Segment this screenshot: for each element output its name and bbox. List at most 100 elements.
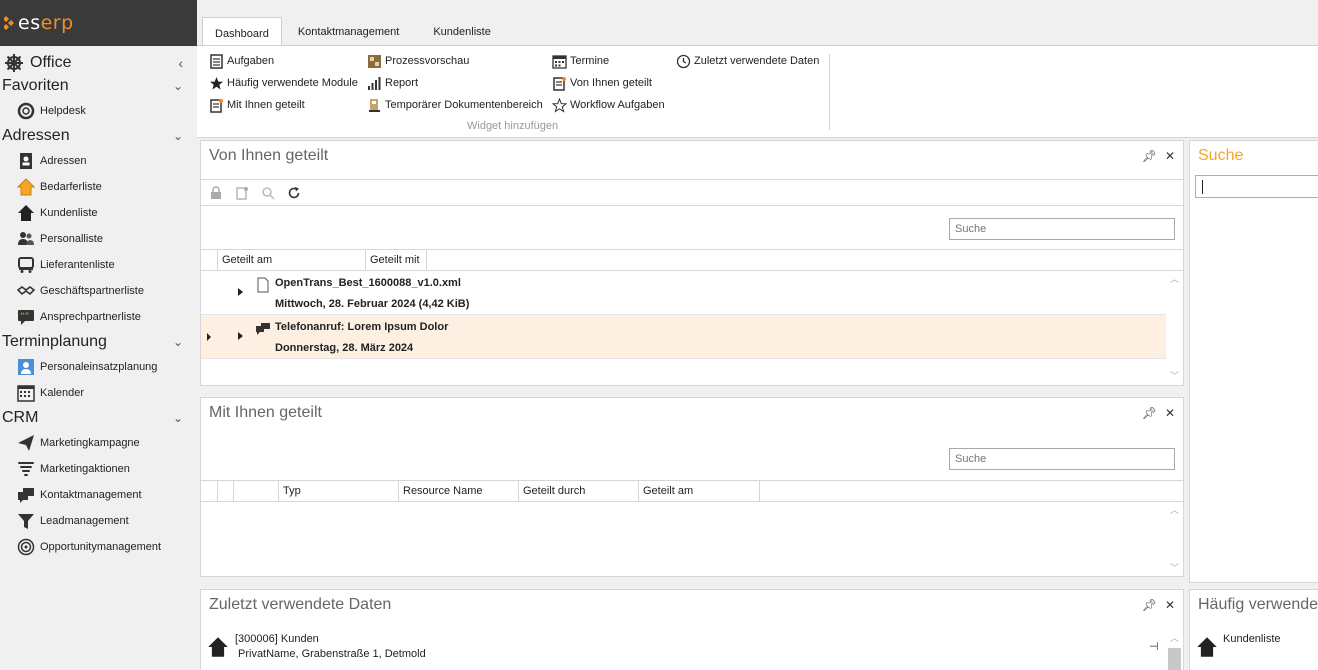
column-header-typ[interactable]: Typ	[279, 481, 399, 501]
sidebar-item-label: Kalender	[40, 387, 85, 399]
quote-icon: “”	[18, 310, 34, 325]
search-input[interactable]	[949, 218, 1175, 240]
collapse-sidebar-icon[interactable]: ‹	[178, 55, 183, 71]
column-header-geteilt-am[interactable]: Geteilt am	[639, 481, 760, 501]
panel-toolbar	[201, 179, 1183, 206]
sidebar-item-label: Lieferantenliste	[40, 259, 115, 271]
panel-controls: 📌︎ ✕	[1142, 149, 1175, 163]
expand-arrow-icon[interactable]	[238, 288, 243, 296]
refresh-icon[interactable]	[287, 186, 301, 200]
sidebar-item-geschaeftspartnerliste[interactable]: Geschäftspartnerliste	[0, 278, 197, 304]
sidebar-item-kundenliste[interactable]: Kundenliste	[0, 200, 197, 226]
sidebar-item-personaleinsatzplanung[interactable]: Personaleinsatzplanung	[0, 354, 197, 380]
pin-icon[interactable]: 📌︎	[1142, 149, 1157, 163]
sidebar-item-helpdesk[interactable]: Helpdesk	[0, 98, 197, 124]
pin-item-icon[interactable]: ⊣	[1149, 640, 1159, 653]
address-book-icon	[20, 153, 32, 169]
sidebar-group-terminplanung[interactable]: Terminplanung ⌄	[0, 330, 197, 354]
tab-dashboard[interactable]: Dashboard	[202, 17, 282, 46]
tornado-icon	[18, 462, 34, 476]
panel-search: Suche	[1189, 140, 1318, 583]
sidebar-item-leadmanagement[interactable]: Leadmanagement	[0, 508, 197, 534]
global-search-input[interactable]	[1195, 175, 1318, 198]
widget-haeufig-button[interactable]: Häufig verwendete Module	[209, 74, 358, 92]
svg-text:“”: “”	[20, 312, 29, 322]
shared-doc-icon	[553, 76, 566, 91]
column-header-geteilt-am[interactable]: Geteilt am	[218, 250, 366, 270]
sidebar-item-lieferantenliste[interactable]: Lieferantenliste	[0, 252, 197, 278]
pin-icon[interactable]: 📌︎	[1142, 598, 1157, 612]
close-icon[interactable]: ✕	[1165, 598, 1175, 612]
vertical-scrollbar[interactable]: ︿	[1166, 630, 1183, 670]
widget-termine-button[interactable]: Termine	[552, 52, 609, 70]
grid-header: Typ Resource Name Geteilt durch Geteilt …	[201, 480, 1183, 502]
chat-icon	[256, 323, 270, 335]
brand-logo[interactable]: eserp	[0, 0, 197, 46]
sidebar-item-opportunitymanagement[interactable]: Opportunitymanagement	[0, 534, 197, 560]
widget-mit-ihnen-button[interactable]: Mit Ihnen geteilt	[209, 96, 305, 114]
target-icon	[17, 538, 35, 556]
widget-workflow-button[interactable]: Workflow Aufgaben	[552, 96, 665, 114]
sidebar-group-favoriten[interactable]: Favoriten ⌄	[0, 74, 197, 98]
sidebar-item-adressen[interactable]: Adressen	[0, 148, 197, 174]
scroll-up-icon[interactable]: ︿	[1166, 504, 1183, 516]
ribbon-tabs: Dashboard Kontaktmanagement Kundenliste	[197, 17, 1318, 46]
scroll-up-icon[interactable]: ︿	[1166, 632, 1183, 644]
sidebar-group-crm[interactable]: CRM ⌄	[0, 406, 197, 430]
scroll-up-icon[interactable]: ︿	[1166, 273, 1183, 285]
vertical-scrollbar[interactable]: ︿ ﹀	[1166, 502, 1183, 576]
sidebar-item-personalliste[interactable]: Personalliste	[0, 226, 197, 252]
widget-prozessvorschau-button[interactable]: Prozessvorschau	[367, 52, 469, 70]
brand-name: eserp	[18, 12, 74, 34]
widget-aufgaben-button[interactable]: Aufgaben	[209, 52, 274, 70]
column-header-geteilt-mit[interactable]: Geteilt mit	[366, 250, 427, 270]
widget-report-button[interactable]: Report	[367, 74, 418, 92]
panel-title: Von Ihnen geteilt	[209, 147, 329, 164]
sidebar-item-ansprechpartnerliste[interactable]: “” Ansprechpartnerliste	[0, 304, 197, 330]
sidebar-item-marketingaktionen[interactable]: Marketingaktionen	[0, 456, 197, 482]
sidebar-item-label: Marketingkampagne	[40, 437, 140, 449]
pin-icon[interactable]: 📌︎	[1142, 406, 1157, 420]
row-title: Telefonanruf: Lorem Ipsum Dolor	[275, 321, 449, 333]
widget-zuletzt-button[interactable]: Zuletzt verwendete Daten	[676, 52, 819, 70]
bar-chart-icon	[368, 76, 381, 90]
lock-icon[interactable]	[209, 185, 223, 200]
share-doc-icon[interactable]	[235, 186, 249, 200]
group-label: CRM	[2, 409, 39, 426]
search-input[interactable]	[949, 448, 1175, 470]
sidebar-item-kalender[interactable]: Kalender	[0, 380, 197, 406]
sidebar-item-marketingkampagne[interactable]: Marketingkampagne	[0, 430, 197, 456]
table-row[interactable]: OpenTrans_Best_1600088_v1.0.xml Mittwoch…	[201, 271, 1166, 315]
sidebar-group-adressen[interactable]: Adressen ⌄	[0, 124, 197, 148]
scroll-down-icon[interactable]: ﹀	[1166, 370, 1183, 382]
panel-controls: 📌︎ ✕	[1142, 598, 1175, 612]
recent-item-title[interactable]: [300006] Kunden	[235, 633, 319, 645]
office-label: Office	[30, 54, 72, 71]
row-selected-indicator-icon	[207, 333, 211, 341]
column-header-geteilt-durch[interactable]: Geteilt durch	[519, 481, 639, 501]
scroll-thumb[interactable]	[1168, 648, 1181, 670]
row-subtitle: Donnerstag, 28. März 2024	[275, 342, 414, 354]
close-icon[interactable]: ✕	[1165, 149, 1175, 163]
tab-kontaktmanagement[interactable]: Kontaktmanagement	[286, 17, 412, 46]
vertical-scrollbar[interactable]: ︿ ﹀	[1166, 271, 1183, 384]
search-doc-icon[interactable]	[261, 186, 275, 200]
row-title: OpenTrans_Best_1600088_v1.0.xml	[275, 277, 461, 289]
grid-indicator-col	[201, 481, 218, 501]
column-header-resource-name[interactable]: Resource Name	[399, 481, 519, 501]
expand-arrow-icon[interactable]	[238, 332, 243, 340]
table-row-selected[interactable]: Telefonanruf: Lorem Ipsum Dolor Donnerst…	[201, 315, 1166, 359]
widget-temp-docs-button[interactable]: Temporärer Dokumentenbereich	[367, 96, 543, 114]
sidebar-item-kontaktmanagement[interactable]: Kontaktmanagement	[0, 482, 197, 508]
close-icon[interactable]: ✕	[1165, 406, 1175, 420]
tab-kundenliste[interactable]: Kundenliste	[421, 17, 503, 46]
sidebar-item-label: Marketingaktionen	[40, 463, 130, 475]
handshake-icon	[17, 286, 35, 296]
ribbon-label: Termine	[570, 55, 610, 67]
widget-von-ihnen-button[interactable]: Von Ihnen geteilt	[552, 74, 652, 92]
scroll-down-icon[interactable]: ﹀	[1166, 562, 1183, 574]
frequent-item-kundenliste[interactable]: Kundenliste	[1223, 633, 1281, 645]
sidebar-item-bedarferliste[interactable]: Bedarferliste	[0, 174, 197, 200]
sidebar-office-header[interactable]: Office ‹	[0, 52, 197, 74]
chevron-down-icon: ⌄	[172, 335, 183, 349]
